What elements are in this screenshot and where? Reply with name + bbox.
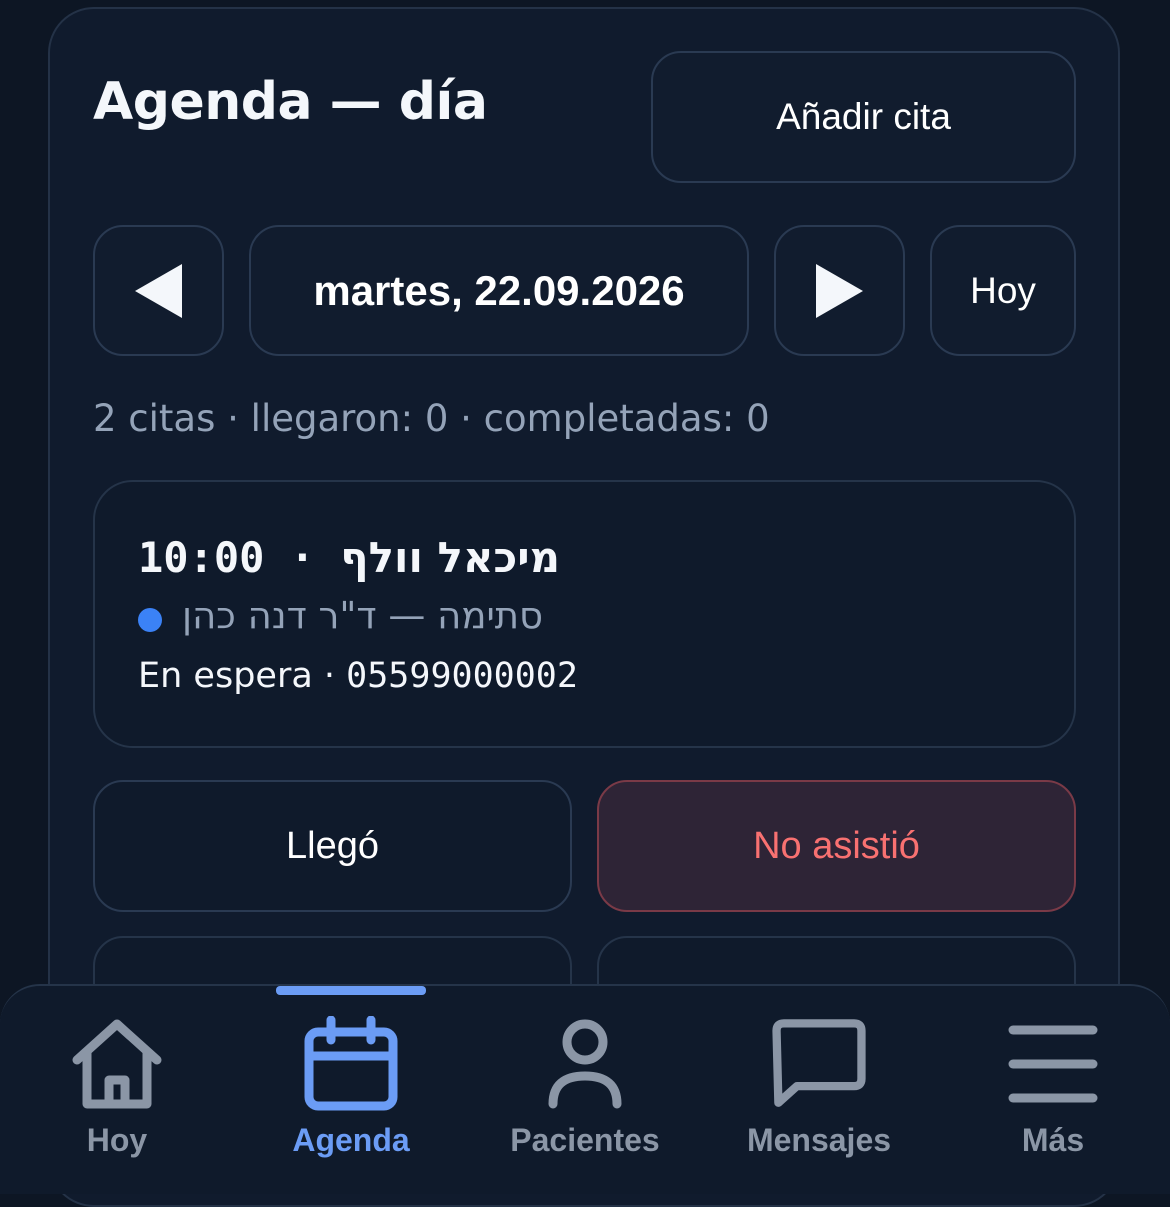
add-appointment-button[interactable]: Añadir cita bbox=[651, 51, 1076, 183]
next-day-button[interactable] bbox=[774, 225, 905, 356]
user-icon bbox=[537, 1016, 633, 1112]
appointment-status: En espera · bbox=[138, 656, 347, 696]
appointment-status-row: En espera · 05599000002 bbox=[138, 656, 578, 696]
nav-item-agenda[interactable]: Agenda bbox=[234, 986, 468, 1180]
today-button[interactable]: Hoy bbox=[930, 225, 1076, 356]
date-picker-button[interactable]: martes, 22.09.2026 bbox=[249, 225, 749, 356]
nav-item-mensajes[interactable]: Mensajes bbox=[702, 986, 936, 1180]
home-icon bbox=[69, 1016, 165, 1112]
calendar-icon bbox=[303, 1016, 399, 1112]
previous-day-button[interactable] bbox=[93, 225, 224, 356]
nav-label: Hoy bbox=[86, 1122, 148, 1158]
patient-name: מיכאל וולף bbox=[340, 533, 561, 582]
nav-item-mas[interactable]: Más bbox=[936, 986, 1170, 1180]
nav-label: Mensajes bbox=[746, 1122, 892, 1158]
day-summary: 2 citas · llegaron: 0 · completadas: 0 bbox=[93, 397, 770, 440]
nav-item-pacientes[interactable]: Pacientes bbox=[468, 986, 702, 1180]
appointment-time: 10:00 bbox=[138, 533, 265, 582]
menu-icon bbox=[1005, 1016, 1101, 1112]
status-dot bbox=[138, 607, 162, 632]
active-tab-indicator bbox=[276, 986, 426, 995]
patient-phone: 05599000002 bbox=[346, 656, 578, 696]
no-show-button[interactable]: No asistió bbox=[597, 780, 1076, 912]
bottom-navigation: Hoy Agenda Pacientes Mensajes Más bbox=[0, 984, 1170, 1194]
appointment-type-row: סתימה — ד"ר דנה כהן bbox=[138, 594, 543, 637]
page-title: Agenda — día bbox=[93, 72, 488, 132]
appointment-header: 10:00 · מיכאל וולף bbox=[138, 533, 560, 582]
appointment-type: סתימה — ד"ר דנה כהן bbox=[182, 594, 544, 637]
nav-label: Más bbox=[1021, 1122, 1085, 1158]
nav-label: Pacientes bbox=[510, 1122, 660, 1158]
nav-item-hoy[interactable]: Hoy bbox=[0, 986, 234, 1180]
arrow-left-icon bbox=[135, 263, 182, 318]
nav-label: Agenda bbox=[292, 1122, 410, 1158]
arrow-right-icon bbox=[816, 263, 863, 318]
arrived-button[interactable]: Llegó bbox=[93, 780, 572, 912]
separator: · bbox=[264, 533, 341, 582]
chat-icon bbox=[771, 1016, 867, 1112]
